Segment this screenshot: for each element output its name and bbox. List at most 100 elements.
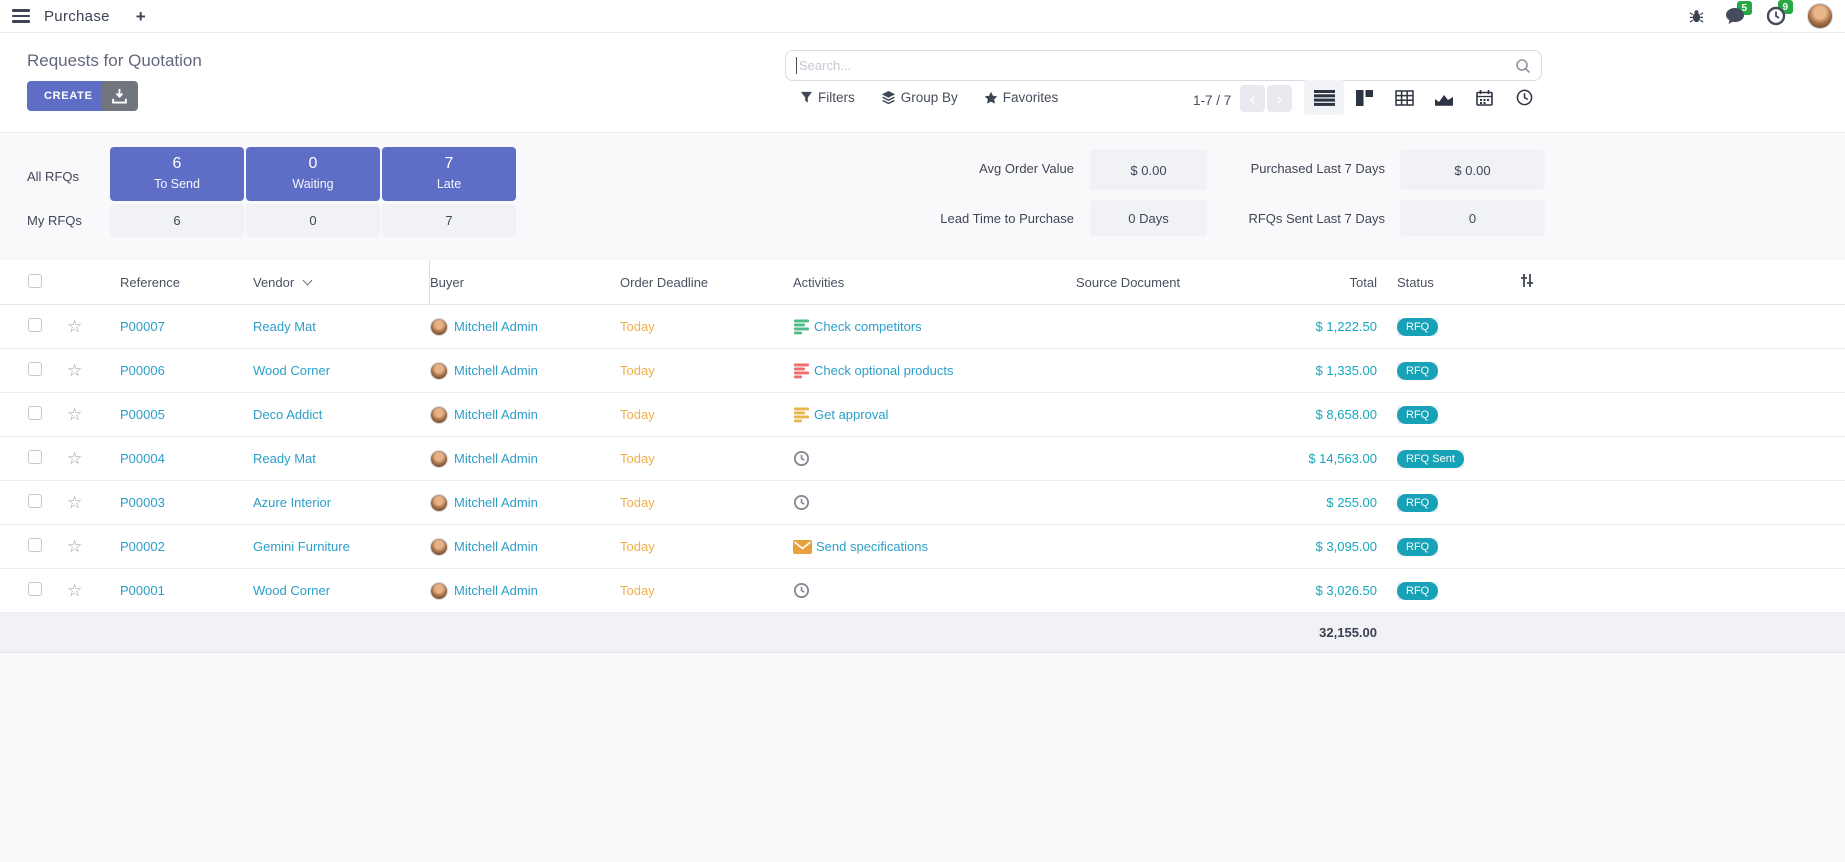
tile-to-send[interactable]: 6 To Send: [110, 147, 244, 201]
search-input[interactable]: [797, 58, 1515, 73]
reference-link[interactable]: P00003: [120, 495, 165, 510]
buyer-avatar: [430, 318, 448, 336]
buyer-link[interactable]: Mitchell Admin: [454, 495, 538, 510]
reference-link[interactable]: P00007: [120, 319, 165, 334]
reference-link[interactable]: P00006: [120, 363, 165, 378]
bug-icon[interactable]: [1689, 9, 1704, 23]
pager-next-button[interactable]: ›: [1267, 85, 1292, 112]
activity-cell[interactable]: Send specifications: [793, 539, 1076, 554]
vendor-link[interactable]: Ready Mat: [253, 451, 316, 466]
graph-view-icon[interactable]: [1424, 80, 1464, 115]
buyer-link[interactable]: Mitchell Admin: [454, 363, 538, 378]
group-by-button[interactable]: Group By: [881, 90, 958, 105]
my-to-send-count[interactable]: 6: [110, 204, 244, 237]
buyer-link[interactable]: Mitchell Admin: [454, 407, 538, 422]
total-amount: $ 255.00: [1326, 495, 1377, 510]
plus-icon[interactable]: +: [136, 8, 146, 25]
app-name[interactable]: Purchase: [44, 8, 110, 25]
row-checkbox[interactable]: [28, 582, 42, 596]
favorite-star-icon[interactable]: ☆: [67, 493, 82, 512]
vendor-link[interactable]: Wood Corner: [253, 583, 330, 598]
row-checkbox[interactable]: [28, 318, 42, 332]
activity-clock-icon: [793, 582, 810, 599]
my-late-count[interactable]: 7: [382, 204, 516, 237]
activity-cell[interactable]: Check competitors: [793, 319, 1076, 335]
vendor-link[interactable]: Gemini Furniture: [253, 539, 350, 554]
activity-cell[interactable]: [793, 582, 1076, 599]
table-row[interactable]: ☆ P00005 Deco Addict Mitchell Admin Toda…: [0, 393, 1845, 437]
activities-header[interactable]: Activities: [793, 275, 1076, 290]
reference-link[interactable]: P00004: [120, 451, 165, 466]
status-header[interactable]: Status: [1385, 275, 1505, 290]
activity-cell[interactable]: Get approval: [793, 407, 1076, 423]
activity-clock-icon[interactable]: 9: [1766, 6, 1786, 26]
activity-cell[interactable]: Check optional products: [793, 363, 1076, 379]
activity-label[interactable]: Check optional products: [814, 363, 953, 378]
reference-link[interactable]: P00001: [120, 583, 165, 598]
create-button[interactable]: CREATE: [27, 81, 110, 111]
activity-cell[interactable]: [793, 494, 1076, 511]
total-header[interactable]: Total: [1190, 275, 1385, 290]
favorite-star-icon[interactable]: ☆: [67, 537, 82, 556]
favorite-star-icon[interactable]: ☆: [67, 581, 82, 600]
pivot-view-icon[interactable]: [1384, 80, 1424, 115]
row-checkbox[interactable]: [28, 362, 42, 376]
buyer-link[interactable]: Mitchell Admin: [454, 539, 538, 554]
navbar-right: 5 9: [1689, 3, 1833, 29]
vendor-header[interactable]: Vendor: [253, 260, 430, 304]
list-view-icon[interactable]: [1304, 80, 1344, 115]
reference-link[interactable]: P00002: [120, 539, 165, 554]
favorite-star-icon[interactable]: ☆: [67, 317, 82, 336]
favorite-star-icon[interactable]: ☆: [67, 449, 82, 468]
row-checkbox[interactable]: [28, 406, 42, 420]
deadline-header[interactable]: Order Deadline: [620, 275, 793, 290]
row-checkbox[interactable]: [28, 450, 42, 464]
kanban-view-icon[interactable]: [1344, 80, 1384, 115]
source-header[interactable]: Source Document: [1076, 275, 1190, 290]
row-checkbox[interactable]: [28, 538, 42, 552]
vendor-link[interactable]: Ready Mat: [253, 319, 316, 334]
vendor-link[interactable]: Azure Interior: [253, 495, 331, 510]
table-row[interactable]: ☆ P00007 Ready Mat Mitchell Admin Today …: [0, 305, 1845, 349]
buyer-link[interactable]: Mitchell Admin: [454, 583, 538, 598]
kpi-avg-order-label: Avg Order Value: [854, 161, 1074, 176]
favorite-star-icon[interactable]: ☆: [67, 361, 82, 380]
pager-prev-button[interactable]: ‹: [1240, 85, 1265, 112]
activity-view-icon[interactable]: [1504, 80, 1544, 115]
buyer-link[interactable]: Mitchell Admin: [454, 319, 538, 334]
table-row[interactable]: ☆ P00004 Ready Mat Mitchell Admin Today …: [0, 437, 1845, 481]
table-row[interactable]: ☆ P00001 Wood Corner Mitchell Admin Toda…: [0, 569, 1845, 613]
buyer-avatar: [430, 406, 448, 424]
favorites-button[interactable]: Favorites: [984, 90, 1059, 105]
total-amount: $ 3,026.50: [1316, 583, 1377, 598]
table-row[interactable]: ☆ P00002 Gemini Furniture Mitchell Admin…: [0, 525, 1845, 569]
activity-label[interactable]: Get approval: [814, 407, 888, 422]
export-button[interactable]: [101, 81, 138, 111]
favorite-star-icon[interactable]: ☆: [67, 405, 82, 424]
optional-columns-icon[interactable]: [1505, 273, 1845, 291]
tile-late[interactable]: 7 Late: [382, 147, 516, 201]
reference-link[interactable]: P00005: [120, 407, 165, 422]
activity-label[interactable]: Send specifications: [816, 539, 928, 554]
table-row[interactable]: ☆ P00003 Azure Interior Mitchell Admin T…: [0, 481, 1845, 525]
reference-header[interactable]: Reference: [95, 275, 253, 290]
calendar-view-icon[interactable]: [1464, 80, 1504, 115]
tile-waiting[interactable]: 0 Waiting: [246, 147, 380, 201]
search-bar[interactable]: [785, 50, 1542, 81]
table-row[interactable]: ☆ P00006 Wood Corner Mitchell Admin Toda…: [0, 349, 1845, 393]
activity-label[interactable]: Check competitors: [814, 319, 922, 334]
filters-button[interactable]: Filters: [800, 90, 855, 105]
row-checkbox[interactable]: [28, 494, 42, 508]
table-body: ☆ P00007 Ready Mat Mitchell Admin Today …: [0, 305, 1845, 613]
select-all-checkbox[interactable]: [28, 274, 42, 288]
total-amount: $ 14,563.00: [1308, 451, 1377, 466]
user-avatar[interactable]: [1807, 3, 1833, 29]
apps-menu-icon[interactable]: [12, 9, 30, 23]
vendor-link[interactable]: Deco Addict: [253, 407, 322, 422]
buyer-link[interactable]: Mitchell Admin: [454, 451, 538, 466]
my-waiting-count[interactable]: 0: [246, 204, 380, 237]
activity-cell[interactable]: [793, 450, 1076, 467]
messages-icon[interactable]: 5: [1725, 7, 1745, 25]
buyer-header[interactable]: Buyer: [430, 275, 620, 290]
vendor-link[interactable]: Wood Corner: [253, 363, 330, 378]
